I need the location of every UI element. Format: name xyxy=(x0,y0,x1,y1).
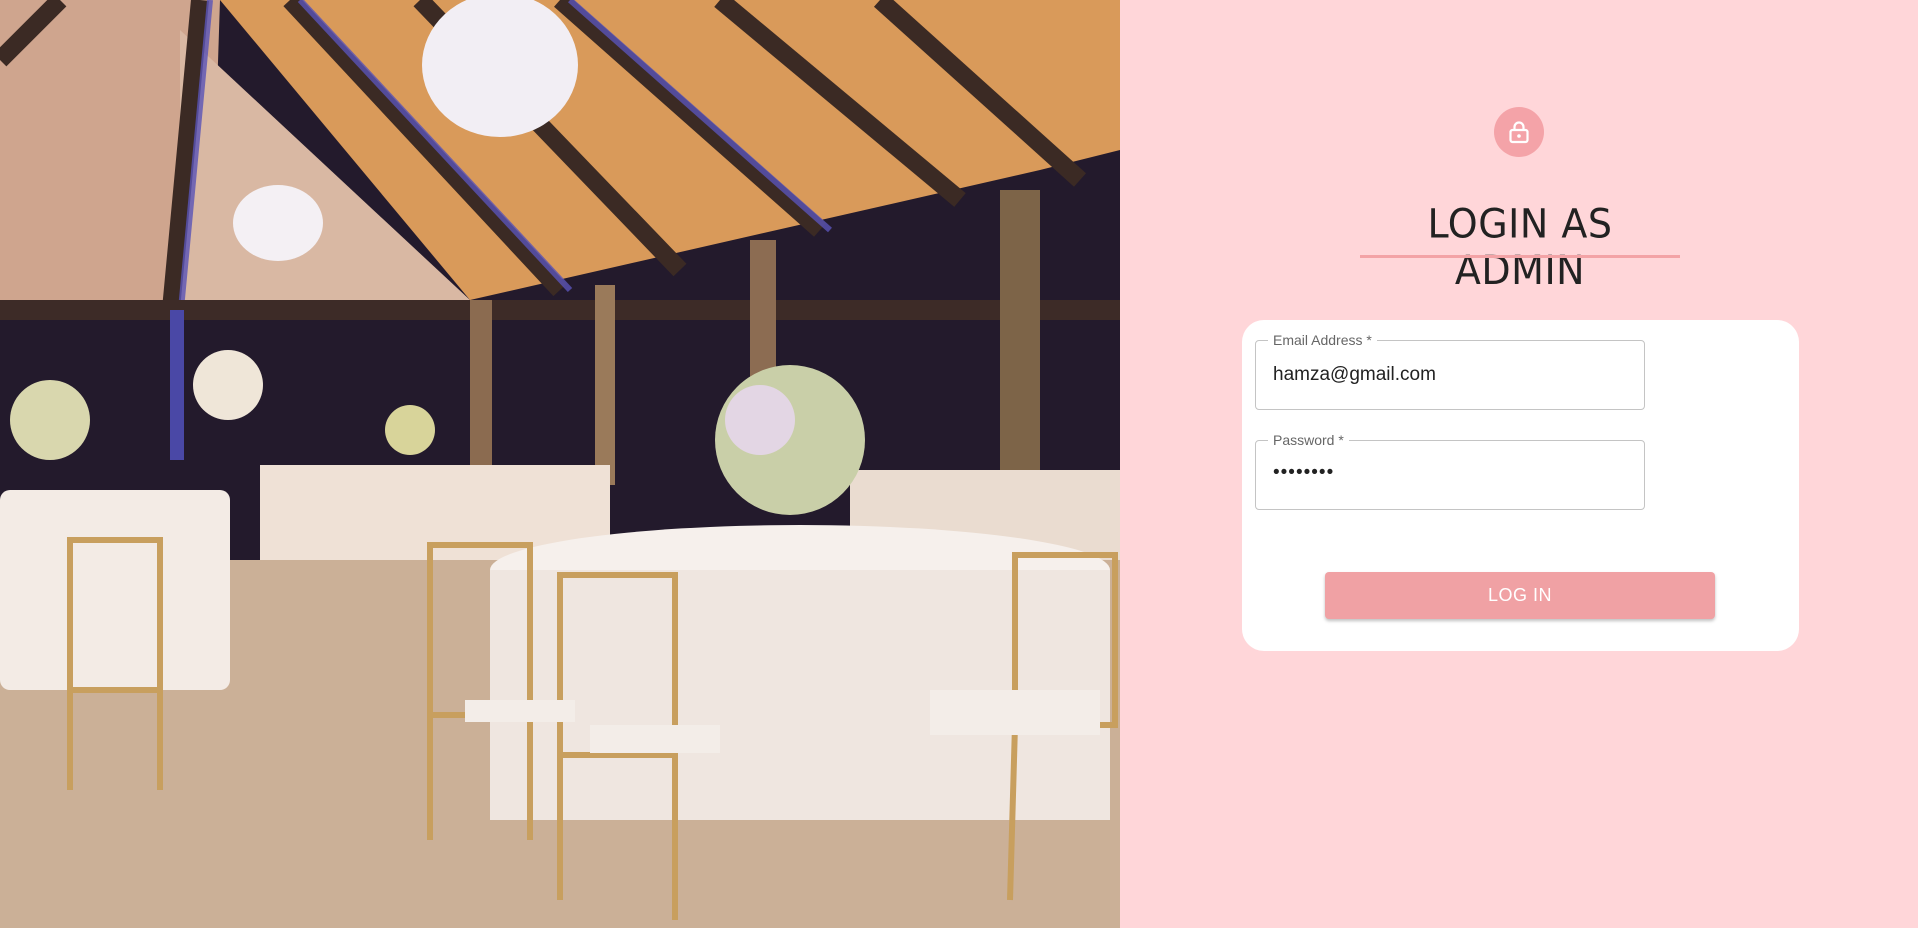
email-field-label: Email Address * xyxy=(1268,332,1377,348)
password-field[interactable]: Password * •••••••• xyxy=(1255,432,1645,510)
login-form-card: Email Address * hamza@gmail.com Password… xyxy=(1242,320,1799,651)
login-panel: LOGIN AS ADMIN Email Address * hamza@gma… xyxy=(1120,0,1918,928)
password-field-label: Password * xyxy=(1268,432,1349,448)
login-button[interactable]: LOG IN xyxy=(1325,572,1715,619)
email-field[interactable]: Email Address * hamza@gmail.com xyxy=(1255,332,1645,410)
title-underline xyxy=(1360,255,1680,258)
venue-photo xyxy=(0,0,1120,928)
lock-avatar xyxy=(1494,107,1544,157)
lock-icon xyxy=(1509,121,1529,144)
page-title: LOGIN AS ADMIN xyxy=(1427,200,1613,294)
password-field-value[interactable]: •••••••• xyxy=(1273,461,1334,485)
email-field-value[interactable]: hamza@gmail.com xyxy=(1273,363,1436,387)
